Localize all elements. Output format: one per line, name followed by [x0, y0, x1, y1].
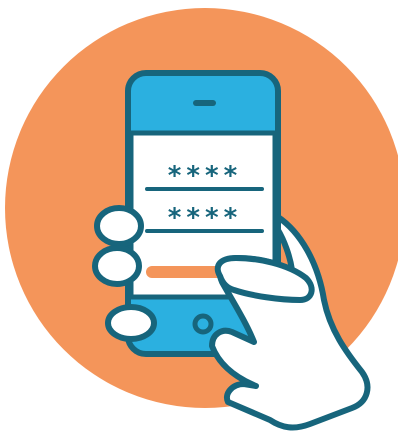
finger-bottom	[105, 304, 157, 342]
home-button-icon	[192, 313, 214, 335]
password-field-2-text: ****	[167, 203, 242, 233]
finger-top	[94, 205, 144, 247]
illustration-canvas: **** ****	[5, 8, 398, 431]
login-illustration: **** ****	[0, 0, 398, 433]
finger-middle	[92, 245, 142, 287]
password-field-1-text: ****	[167, 161, 242, 191]
